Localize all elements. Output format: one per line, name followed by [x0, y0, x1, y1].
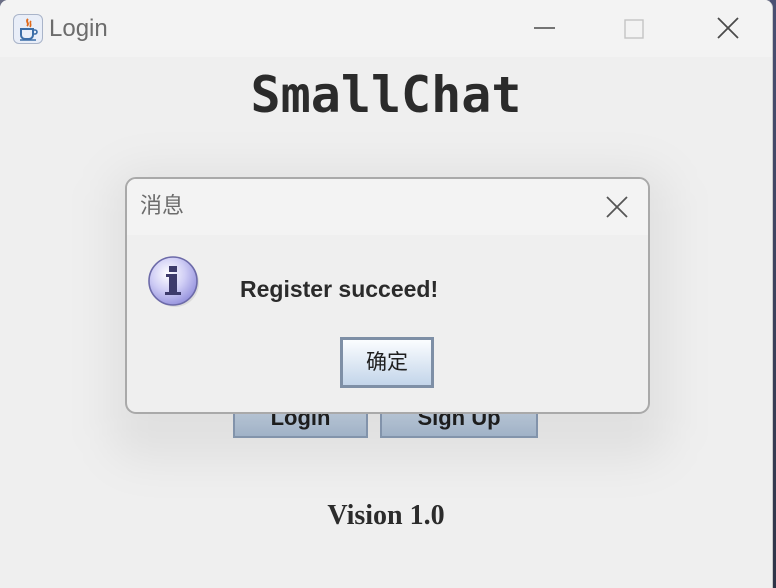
minimize-icon	[534, 27, 555, 29]
message-dialog: 消息 Register succeed! 确定	[125, 177, 650, 414]
dialog-titlebar[interactable]: 消息	[127, 179, 648, 235]
window-title: Login	[49, 15, 108, 42]
close-button[interactable]	[706, 8, 750, 48]
maximize-icon	[624, 19, 644, 39]
ok-button[interactable]: 确定	[340, 337, 434, 388]
dialog-close-button[interactable]	[597, 191, 637, 223]
info-icon	[148, 256, 199, 307]
close-icon	[606, 196, 628, 218]
version-label: Vision 1.0	[327, 500, 445, 531]
maximize-button[interactable]	[612, 8, 656, 48]
close-icon	[717, 17, 739, 39]
dialog-message: Register succeed!	[240, 276, 439, 302]
minimize-button[interactable]	[522, 8, 566, 48]
java-app-icon	[13, 14, 43, 44]
window-titlebar[interactable]: Login	[0, 0, 772, 57]
app-heading: SmallChat	[250, 66, 522, 124]
dialog-title: 消息	[140, 193, 185, 218]
